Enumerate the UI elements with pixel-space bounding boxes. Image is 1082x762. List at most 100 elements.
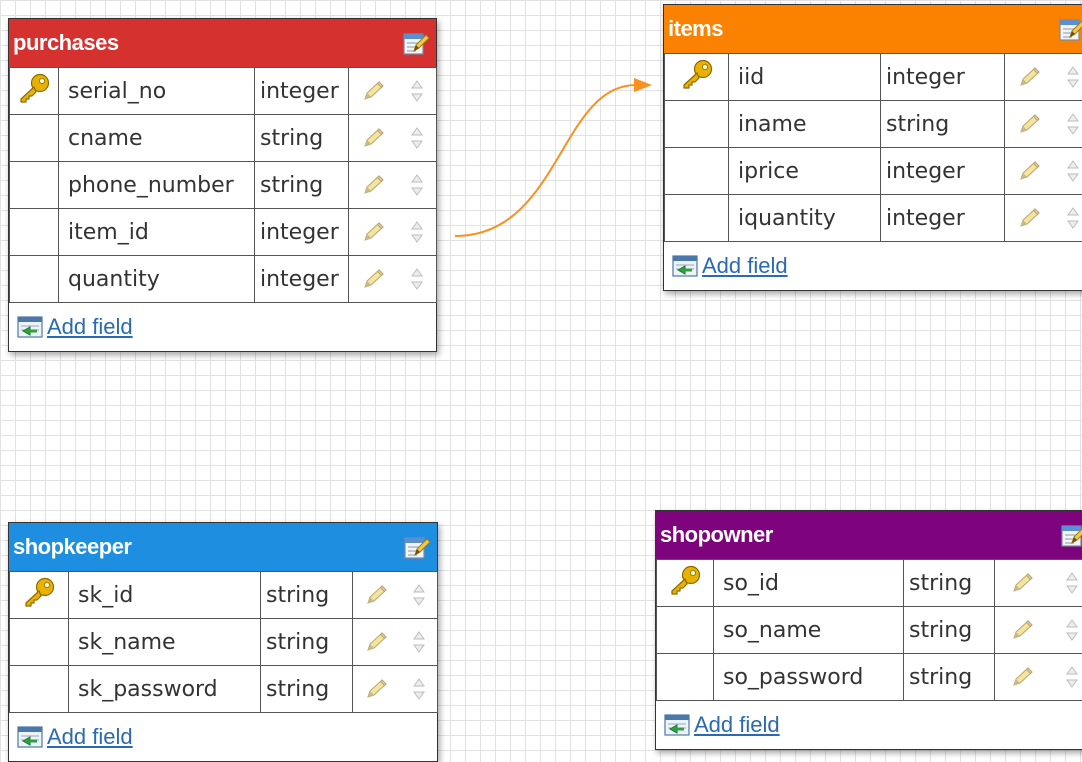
field-row-iprice[interactable]: ipriceinteger	[665, 148, 1082, 195]
field-row-cname[interactable]: cnamestring	[10, 115, 437, 162]
field-row-so-name[interactable]: so_namestring	[657, 607, 1082, 654]
key-cell	[657, 607, 714, 654]
edit-table-icon[interactable]	[1058, 15, 1082, 43]
add-field-link[interactable]: Add field	[694, 712, 780, 738]
field-type[interactable]: integer	[255, 68, 349, 115]
pencil-icon[interactable]	[361, 126, 387, 150]
move-arrows-icon[interactable]	[1065, 665, 1079, 689]
table-shopkeeper[interactable]: shopkeeper sk_idstringsk_namestringsk_pa…	[8, 522, 438, 762]
add-field-icon[interactable]	[672, 255, 698, 277]
add-field-link[interactable]: Add field	[702, 253, 788, 279]
move-arrows-icon[interactable]	[1066, 206, 1080, 230]
field-name[interactable]: quantity	[59, 256, 255, 303]
pencil-icon[interactable]	[361, 173, 387, 197]
field-row-sk-password[interactable]: sk_passwordstring	[10, 666, 438, 713]
field-name[interactable]: so_id	[714, 560, 904, 607]
field-name[interactable]: iid	[729, 54, 881, 101]
field-type[interactable]: string	[261, 572, 353, 619]
field-type[interactable]: string	[261, 666, 353, 713]
field-row-so-id[interactable]: so_idstring	[657, 560, 1082, 607]
table-items[interactable]: items iidintegerinamestringipriceinteger…	[663, 4, 1082, 291]
field-name[interactable]: sk_name	[69, 619, 261, 666]
field-type[interactable]: string	[881, 101, 1005, 148]
pencil-icon[interactable]	[1017, 206, 1043, 230]
field-type[interactable]: integer	[255, 209, 349, 256]
field-name[interactable]: so_name	[714, 607, 904, 654]
field-type[interactable]: string	[255, 162, 349, 209]
add-field-link[interactable]: Add field	[47, 314, 133, 340]
field-name[interactable]: cname	[59, 115, 255, 162]
field-name[interactable]: item_id	[59, 209, 255, 256]
pencil-icon[interactable]	[1017, 65, 1043, 89]
add-field-icon[interactable]	[664, 714, 690, 736]
field-row-item-id[interactable]: item_idinteger	[10, 209, 437, 256]
field-row-iid[interactable]: iidinteger	[665, 54, 1082, 101]
field-name[interactable]: iquantity	[729, 195, 881, 242]
field-type[interactable]: string	[261, 619, 353, 666]
field-type[interactable]: integer	[255, 256, 349, 303]
field-name[interactable]: serial_no	[59, 68, 255, 115]
field-row-quantity[interactable]: quantityinteger	[10, 256, 437, 303]
pencil-icon[interactable]	[361, 220, 387, 244]
field-name[interactable]: iname	[729, 101, 881, 148]
field-name[interactable]: sk_password	[69, 666, 261, 713]
edit-table-icon[interactable]	[402, 29, 430, 57]
move-arrows-icon[interactable]	[412, 583, 426, 607]
add-field-icon[interactable]	[17, 726, 43, 748]
table-header[interactable]: items	[664, 5, 1082, 53]
field-type[interactable]: string	[255, 115, 349, 162]
field-row-so-password[interactable]: so_passwordstring	[657, 654, 1082, 701]
move-arrows-icon[interactable]	[412, 677, 426, 701]
table-purchases[interactable]: purchases serial_nointegercnamestringpho…	[8, 18, 437, 352]
move-arrows-icon[interactable]	[412, 630, 426, 654]
field-name[interactable]: sk_id	[69, 572, 261, 619]
pencil-icon[interactable]	[1010, 571, 1036, 595]
move-arrows-icon[interactable]	[1065, 618, 1079, 642]
add-field-icon[interactable]	[17, 316, 43, 338]
add-field-link[interactable]: Add field	[47, 724, 133, 750]
field-name[interactable]: phone_number	[59, 162, 255, 209]
field-row-iquantity[interactable]: iquantityinteger	[665, 195, 1082, 242]
move-arrows-icon[interactable]	[410, 220, 424, 244]
table-header[interactable]: shopowner	[656, 511, 1082, 559]
pencil-icon[interactable]	[361, 267, 387, 291]
move-arrows-icon[interactable]	[410, 173, 424, 197]
field-row-serial-no[interactable]: serial_nointeger	[10, 68, 437, 115]
key-cell	[657, 560, 714, 607]
field-type[interactable]: integer	[881, 148, 1005, 195]
field-row-sk-id[interactable]: sk_idstring	[10, 572, 438, 619]
move-arrows-icon[interactable]	[410, 126, 424, 150]
move-arrows-icon[interactable]	[1066, 159, 1080, 183]
field-type[interactable]: integer	[881, 54, 1005, 101]
relation-line[interactable]	[455, 85, 636, 236]
field-actions	[1005, 101, 1082, 148]
field-row-sk-name[interactable]: sk_namestring	[10, 619, 438, 666]
field-row-iname[interactable]: inamestring	[665, 101, 1082, 148]
pencil-icon[interactable]	[364, 677, 390, 701]
field-type[interactable]: string	[904, 607, 995, 654]
pencil-icon[interactable]	[364, 630, 390, 654]
table-header[interactable]: purchases	[9, 19, 436, 67]
field-row-phone-number[interactable]: phone_numberstring	[10, 162, 437, 209]
table-shopowner[interactable]: shopowner so_idstringso_namestringso_pas…	[655, 510, 1082, 750]
pencil-icon[interactable]	[361, 79, 387, 103]
key-cell	[665, 101, 729, 148]
pencil-icon[interactable]	[1010, 665, 1036, 689]
move-arrows-icon[interactable]	[410, 267, 424, 291]
edit-table-icon[interactable]	[1060, 521, 1082, 549]
field-type[interactable]: integer	[881, 195, 1005, 242]
edit-table-icon[interactable]	[403, 533, 431, 561]
table-header[interactable]: shopkeeper	[9, 523, 437, 571]
field-name[interactable]: iprice	[729, 148, 881, 195]
move-arrows-icon[interactable]	[1066, 112, 1080, 136]
move-arrows-icon[interactable]	[410, 79, 424, 103]
field-name[interactable]: so_password	[714, 654, 904, 701]
pencil-icon[interactable]	[364, 583, 390, 607]
move-arrows-icon[interactable]	[1065, 571, 1079, 595]
field-type[interactable]: string	[904, 654, 995, 701]
pencil-icon[interactable]	[1017, 159, 1043, 183]
move-arrows-icon[interactable]	[1066, 65, 1080, 89]
pencil-icon[interactable]	[1017, 112, 1043, 136]
pencil-icon[interactable]	[1010, 618, 1036, 642]
field-type[interactable]: string	[904, 560, 995, 607]
